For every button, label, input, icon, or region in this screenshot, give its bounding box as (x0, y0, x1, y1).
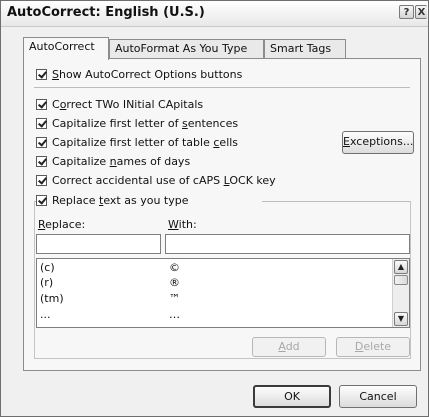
two-initials-checkbox[interactable] (36, 99, 47, 110)
entry-with: © (169, 261, 180, 274)
autocorrect-tab-panel: Show AutoCorrect Options buttons Correct… (23, 58, 421, 371)
two-initial-capitals-option[interactable]: Correct TWo INitial CApitals (36, 98, 203, 111)
scroll-down-arrow-icon[interactable]: ▼ (394, 312, 408, 326)
caps-lock-label: Correct accidental use of cAPS LOCK key (52, 174, 276, 187)
two-initials-label: Correct TWo INitial CApitals (52, 98, 204, 111)
help-button[interactable]: ? (399, 5, 414, 19)
tab-smart-tags[interactable]: Smart Tags (264, 39, 346, 58)
ok-button[interactable]: OK (253, 385, 331, 408)
title-bar[interactable]: AutoCorrect: English (U.S.) ? X (1, 1, 428, 27)
caps-lock-checkbox[interactable] (36, 175, 47, 186)
capitalize-table-cells-option[interactable]: Capitalize first letter of table cells (36, 136, 238, 149)
autocorrect-dialog: AutoCorrect: English (U.S.) ? X AutoCorr… (0, 0, 429, 417)
replace-text-label: Replace text as you type (52, 194, 189, 207)
separator (34, 87, 410, 88)
table-cells-checkbox[interactable] (36, 137, 47, 148)
days-label: Capitalize names of days (52, 155, 191, 168)
sentences-checkbox[interactable] (36, 118, 47, 129)
list-item[interactable]: ... … (37, 308, 409, 322)
entry-replace: ... (40, 308, 51, 321)
dialog-title: AutoCorrect: English (U.S.) (7, 5, 205, 20)
entry-replace: (c) (40, 261, 55, 274)
list-item[interactable]: (c) © (37, 261, 409, 275)
replace-input[interactable] (36, 234, 161, 254)
exceptions-button[interactable]: Exceptions... (342, 131, 414, 154)
tab-autoformat-as-you-type[interactable]: AutoFormat As You Type (109, 39, 264, 58)
cancel-button[interactable]: Cancel (339, 385, 417, 408)
entry-replace: (r) (40, 276, 54, 289)
capitalize-days-option[interactable]: Capitalize names of days (36, 155, 190, 168)
with-label: With: (168, 218, 197, 231)
table-cells-label: Capitalize first letter of table cells (52, 136, 239, 149)
delete-button[interactable]: Delete (336, 337, 410, 357)
entry-replace: (tm) (40, 292, 64, 305)
autocorrect-entries-list[interactable]: (c) © (r) ® (tm) ™ ... … ▲ ▼ (36, 258, 410, 328)
entry-with: ™ (169, 292, 180, 305)
scroll-thumb[interactable] (394, 275, 408, 285)
show-buttons-checkbox[interactable] (36, 69, 47, 80)
with-input[interactable] (165, 234, 410, 254)
scroll-up-arrow-icon[interactable]: ▲ (394, 260, 408, 274)
show-autocorrect-buttons-option[interactable]: Show AutoCorrect Options buttons (36, 68, 242, 81)
list-scrollbar[interactable]: ▲ ▼ (392, 259, 409, 327)
entry-with: ® (169, 276, 180, 289)
capitalize-sentences-option[interactable]: Capitalize first letter of sentences (36, 117, 238, 130)
list-item[interactable]: (tm) ™ (37, 292, 409, 306)
replace-text-option[interactable]: Replace text as you type (36, 194, 193, 207)
list-item[interactable]: (r) ® (37, 276, 409, 290)
days-checkbox[interactable] (36, 156, 47, 167)
close-button[interactable]: X (415, 5, 427, 19)
replace-label: Replace: (38, 218, 86, 231)
replace-text-checkbox[interactable] (36, 195, 47, 206)
add-button[interactable]: Add (252, 337, 326, 357)
entry-with: … (169, 308, 180, 321)
tab-autocorrect[interactable]: AutoCorrect (23, 37, 109, 60)
caps-lock-option[interactable]: Correct accidental use of cAPS LOCK key (36, 174, 276, 187)
show-buttons-label: Show AutoCorrect Options buttons (52, 68, 243, 81)
sentences-label: Capitalize first letter of sentences (52, 117, 239, 130)
